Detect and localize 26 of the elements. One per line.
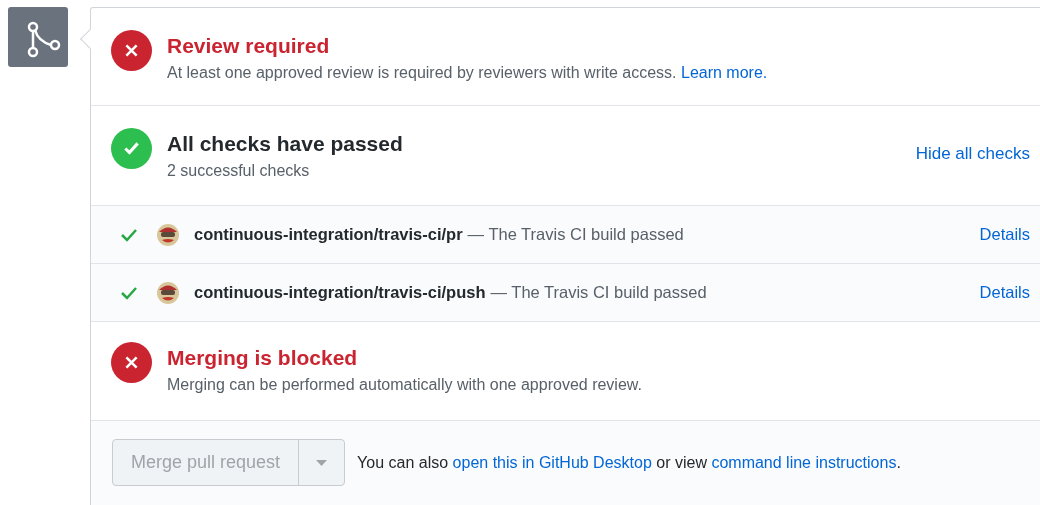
check-description: — The Travis CI build passed (467, 224, 684, 246)
footer-text: You can also (357, 453, 449, 471)
check-context: continuous-integration/travis-ci/push (194, 282, 486, 304)
footer-link[interactable]: open this in GitHub Desktop (452, 453, 652, 471)
merge-icon (8, 7, 68, 67)
error-icon (111, 342, 152, 383)
status-description: Merging can be performed automatically with one approved review. (167, 375, 643, 395)
status-title: Review required (167, 33, 331, 59)
success-icon (111, 128, 152, 169)
details-link[interactable]: Details (979, 280, 1030, 305)
avatar-icon (156, 280, 180, 305)
check-context: continuous-integration/travis-ci/pr (194, 224, 463, 246)
learn-more-link[interactable]: Learn more. (681, 64, 768, 81)
footer-text: or view (656, 453, 707, 471)
status-title: Merging is blocked (167, 345, 359, 371)
check-description: — The Travis CI build passed (490, 282, 707, 304)
hide-checks-link[interactable]: Hide all checks (915, 141, 1030, 167)
avatar-icon (156, 222, 180, 247)
caret-icon (316, 459, 328, 466)
footer-text: . (896, 453, 901, 471)
error-icon (111, 30, 152, 71)
footer-link[interactable]: command line instructions (711, 453, 897, 471)
details-link[interactable]: Details (979, 222, 1030, 247)
status-description: 2 successful checks (167, 161, 311, 181)
status-description: At least one approved review is required by reviewers with write access. Learn more. (167, 63, 769, 83)
status-title: All checks have passed (167, 131, 404, 157)
